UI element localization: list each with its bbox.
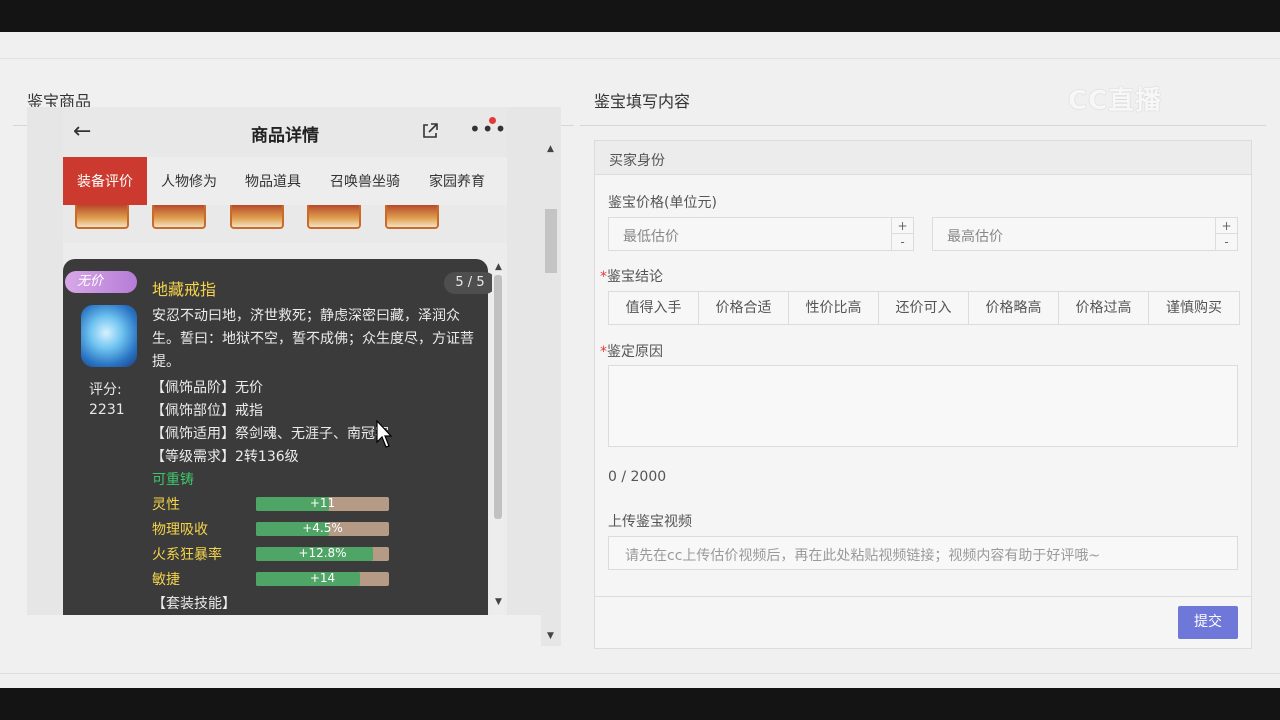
- conclusion-option[interactable]: 价格过高: [1059, 292, 1149, 324]
- conclusion-option[interactable]: 性价比高: [789, 292, 879, 324]
- scroll-down-arrow-icon[interactable]: ▼: [495, 597, 502, 607]
- stat-bar: +11: [256, 496, 389, 511]
- stat-label: 物理吸收: [152, 522, 208, 538]
- item-name: 地藏戒指: [152, 280, 217, 299]
- top-black-bar: [0, 0, 1280, 32]
- required-mark: *: [600, 344, 607, 360]
- equipment-thumbnail[interactable]: [75, 205, 129, 229]
- item-description: 安忍不动曰地，济世救死；静虑深密曰藏，泽润众生。誓曰：地狱不空，誓不成佛；众生度…: [152, 308, 474, 370]
- divider: [0, 673, 1280, 674]
- stat-label: 敏捷: [152, 572, 180, 588]
- conclusion-option[interactable]: 还价可入: [879, 292, 969, 324]
- price-label: 鉴宝价格(单位元): [608, 195, 717, 211]
- equipment-thumbnail[interactable]: [385, 205, 439, 229]
- notification-dot: [489, 117, 496, 124]
- decrement-button[interactable]: -: [892, 234, 913, 250]
- rarity-badge: 无价: [65, 271, 137, 293]
- score-value: 2231: [89, 402, 125, 418]
- stepper: + -: [1215, 218, 1237, 250]
- conclusion-option[interactable]: 价格合适: [699, 292, 789, 324]
- category-tabs: 装备评价 人物修为 物品道具 召唤兽坐骑 家园养育: [63, 157, 507, 205]
- recast-label: 可重铸: [152, 472, 194, 488]
- stat-bar: +12.8%: [256, 546, 389, 561]
- stat-bar: +4.5%: [256, 521, 389, 536]
- scroll-down-arrow-icon[interactable]: ▼: [547, 631, 554, 641]
- conclusion-label: *鉴宝结论: [600, 266, 663, 286]
- increment-button[interactable]: +: [1216, 218, 1237, 234]
- form-header: 买家身份: [594, 140, 1252, 175]
- min-price-input[interactable]: 最低估价 + -: [608, 217, 914, 251]
- video-link-placeholder: 请先在cc上传估价视频后，再在此处粘贴视频链接；视频内容有助于好评哦~: [625, 548, 1101, 564]
- stepper: + -: [891, 218, 913, 250]
- stat-bar: +14: [256, 571, 389, 586]
- increment-button[interactable]: +: [892, 218, 913, 234]
- submit-button[interactable]: 提交: [1178, 606, 1238, 639]
- required-mark: *: [600, 269, 607, 285]
- video-link-input[interactable]: 请先在cc上传估价视频后，再在此处粘贴视频链接；视频内容有助于好评哦~: [608, 536, 1238, 570]
- more-dots-icon[interactable]: •••: [469, 117, 507, 141]
- ring-item-icon: [81, 305, 137, 367]
- tab-home[interactable]: 家园养育: [415, 157, 499, 205]
- page-indicator: 5 / 5: [444, 272, 496, 294]
- conclusion-options: 值得入手 价格合适 性价比高 还价可入 价格略高 价格过高 谨慎购买: [608, 291, 1240, 325]
- stat-label: 火系狂暴率: [152, 547, 222, 563]
- stat-value: +14: [309, 571, 336, 585]
- divider: [594, 596, 1252, 597]
- stat-value: +12.8%: [298, 546, 347, 560]
- video-label: 上传鉴宝视频: [608, 514, 692, 530]
- divider: [0, 58, 1280, 59]
- item-property: 【佩饰适用】祭剑魂、无涯子、南冠客: [151, 426, 389, 442]
- conclusion-label-text: 鉴宝结论: [607, 269, 663, 285]
- equipment-thumbnail[interactable]: [230, 205, 284, 229]
- divider: [580, 125, 1266, 126]
- reason-char-counter: 0 / 2000: [608, 469, 667, 485]
- conclusion-option[interactable]: 谨慎购买: [1149, 292, 1239, 324]
- phone-header: ← 商品详情 •••: [63, 107, 507, 157]
- buyer-identity-label: 买家身份: [609, 153, 665, 169]
- scroll-up-arrow-icon[interactable]: ▲: [547, 144, 554, 154]
- mouse-cursor-icon: [376, 420, 392, 448]
- reason-label-text: 鉴定原因: [607, 344, 663, 360]
- equipment-thumbnail[interactable]: [152, 205, 206, 229]
- conclusion-option[interactable]: 价格略高: [969, 292, 1059, 324]
- stat-label: 灵性: [152, 497, 180, 513]
- set-skill-label: 【套装技能】: [152, 596, 236, 612]
- stat-value: +11: [309, 496, 336, 510]
- right-section-title: 鉴宝填写内容: [594, 92, 691, 111]
- conclusion-option[interactable]: 值得入手: [609, 292, 699, 324]
- share-icon[interactable]: [421, 122, 439, 140]
- preview-scrollbar-thumb[interactable]: [545, 209, 557, 273]
- score-label: 评分:: [89, 382, 122, 398]
- item-property: 【佩饰品阶】无价: [151, 380, 263, 396]
- cc-watermark-logo: CC直播: [1068, 86, 1163, 116]
- card-scrollbar-thumb[interactable]: [494, 275, 502, 519]
- phone-title: 商品详情: [251, 126, 319, 146]
- tab-items[interactable]: 物品道具: [231, 157, 315, 205]
- equipment-thumbnail[interactable]: [307, 205, 361, 229]
- max-price-input[interactable]: 最高估价 + -: [932, 217, 1238, 251]
- item-property: 【等级需求】2转136级: [151, 449, 299, 465]
- stat-value: +4.5%: [302, 521, 343, 535]
- min-price-placeholder: 最低估价: [623, 229, 679, 245]
- decrement-button[interactable]: -: [1216, 234, 1237, 250]
- reason-label: *鉴定原因: [600, 341, 663, 361]
- tab-summon-mounts[interactable]: 召唤兽坐骑: [315, 157, 415, 205]
- item-property: 【佩饰部位】戒指: [151, 403, 263, 419]
- reason-textarea[interactable]: [608, 365, 1238, 447]
- scroll-up-arrow-icon[interactable]: ▲: [495, 262, 502, 272]
- tab-equipment-review[interactable]: 装备评价: [63, 157, 147, 205]
- max-price-placeholder: 最高估价: [947, 229, 1003, 245]
- tab-character-cultivation[interactable]: 人物修为: [147, 157, 231, 205]
- bottom-black-bar: [0, 688, 1280, 720]
- equipment-thumbnails: [63, 205, 507, 243]
- phone-screen: ← 商品详情 ••• 装备评价 人物修为 物品道具 召唤兽坐骑 家园养育 无价 …: [63, 107, 507, 615]
